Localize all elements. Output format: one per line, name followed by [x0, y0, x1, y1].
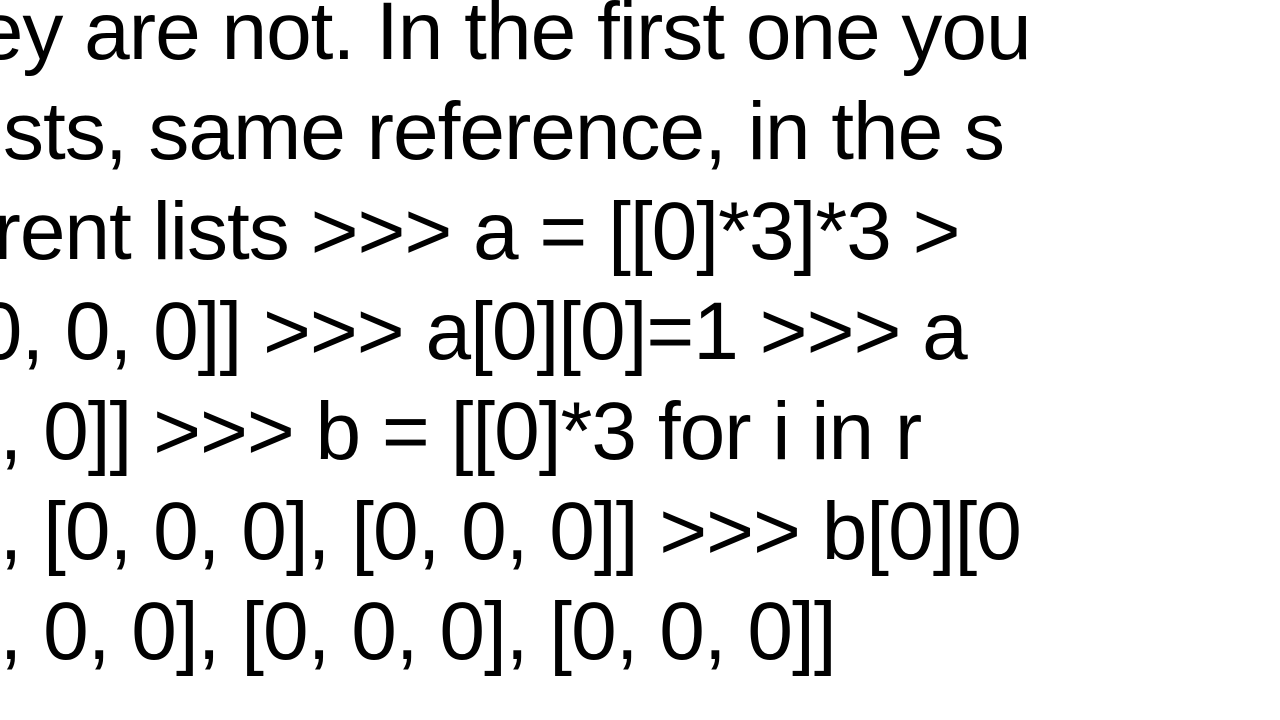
text-line-5: [1, 0, 0]] >>> b = [[0]*3 for i in r: [0, 382, 1031, 482]
text-line-3: different lists >>> a = [[0]*3]*3 >: [0, 182, 1031, 282]
text-line-6: 0, 0], [0, 0, 0], [0, 0, 0]] >>> b[0][0: [0, 482, 1031, 582]
text-line-2: cal lists, same reference, in the s: [0, 82, 1031, 182]
text-content-block: o they are not. In the first one you cal…: [0, 0, 1031, 682]
text-line-4: 0], [0, 0, 0]] >>> a[0][0]=1 >>> a: [0, 282, 1031, 382]
text-line-7: b [[1, 0, 0], [0, 0, 0], [0, 0, 0]]: [0, 582, 1031, 682]
text-line-1: o they are not. In the first one you: [0, 0, 1031, 82]
